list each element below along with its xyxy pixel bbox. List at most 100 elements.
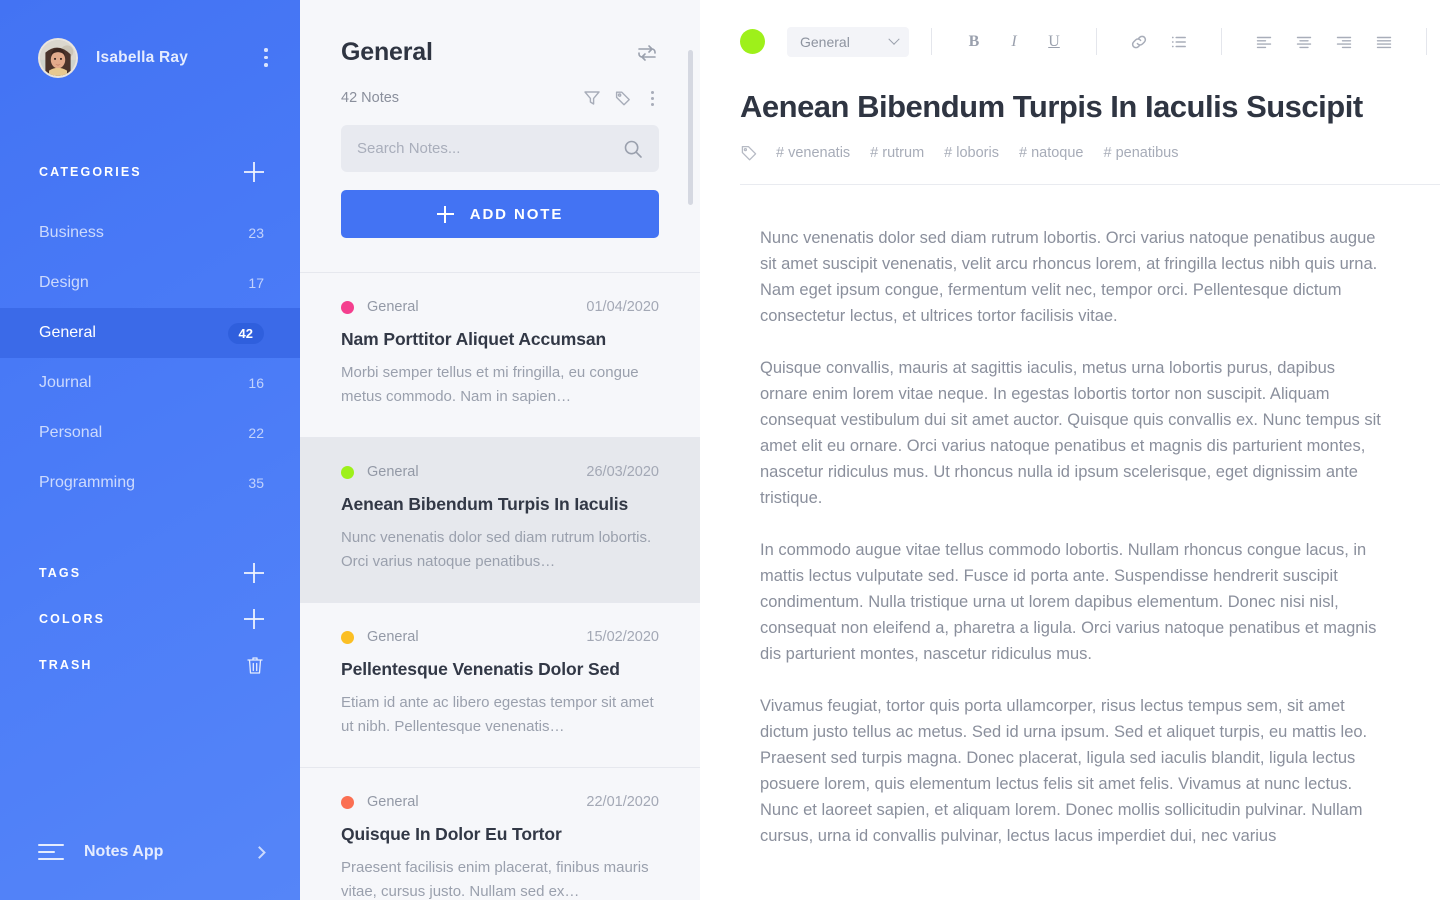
editor-header: Aenean Bibendum Turpis In Iaculis Suscip… [700,83,1440,185]
note-date: 15/02/2020 [586,629,659,645]
user-profile-row[interactable]: Isabella Ray [0,0,300,115]
sync-icon[interactable] [635,41,659,65]
list-item[interactable]: General 22/01/2020 Quisque In Dolor Eu T… [300,768,700,900]
notes-list-scrollbar[interactable] [688,50,693,205]
note-body-text[interactable]: Nunc venenatis dolor sed diam rutrum lob… [700,185,1440,900]
tag-icon[interactable] [614,89,632,107]
add-tag-plus-icon[interactable] [244,563,264,583]
notes-list-panel: General 42 Notes Search Notes... ADD NOT… [300,0,700,900]
note-category: General [367,464,419,480]
note-tag[interactable]: # venenatis [776,145,850,161]
add-note-label: ADD NOTE [469,205,564,223]
notes-meta-icons [583,89,659,107]
add-color-plus-icon[interactable] [244,609,264,629]
note-title-heading: Aenean Bibendum Turpis In Iaculis Suscip… [740,89,1363,124]
toolbar-divider [931,28,932,55]
search-input[interactable] [357,140,623,157]
category-count-badge: 42 [227,322,264,344]
tag-icon [740,144,758,162]
list-item[interactable]: General 01/04/2020 Nam Porttitor Aliquet… [300,273,700,438]
note-preview: Nunc venenatis dolor sed diam rutrum lob… [341,529,652,570]
align-right-icon[interactable] [1330,28,1358,56]
chevron-down-icon [888,33,900,45]
avatar[interactable] [38,37,78,78]
trash-icon[interactable] [246,655,264,675]
user-avatar-photo [40,39,76,76]
note-color-swatch[interactable] [740,29,765,54]
add-category-plus-icon[interactable] [244,162,264,182]
note-tag[interactable]: # rutrum [870,145,924,161]
note-title: Nam Porttitor Aliquet Accumsan [341,329,607,349]
sidebar-item-business[interactable]: Business 23 [0,208,300,258]
filter-icon[interactable] [583,89,601,107]
user-name: Isabella Ray [96,48,189,66]
note-paragraph: Quisque convallis, mauris at sagittis ia… [760,359,1381,507]
align-left-icon[interactable] [1250,28,1278,56]
notes-count-label: 42 Notes [341,90,400,106]
tags-label: TAGS [39,566,82,580]
note-card-top: General 15/02/2020 [341,629,659,645]
note-tags-row: # venenatis # rutrum # loboris # natoque… [740,144,1440,162]
note-paragraph: Nunc venenatis dolor sed diam rutrum lob… [760,229,1378,325]
category-select-value: General [800,33,850,50]
add-note-button[interactable]: ADD NOTE [341,190,659,238]
notes-meta-row: 42 Notes [341,89,659,107]
category-count: 16 [248,375,264,391]
category-count: 23 [248,225,264,241]
note-category: General [367,629,419,645]
note-category: General [367,794,419,810]
category-label: Journal [39,374,92,391]
list-item[interactable]: General 26/03/2020 Aenean Bibendum Turpi… [300,438,700,603]
note-tag[interactable]: # penatibus [1104,145,1179,161]
category-list: Business 23 Design 17 General 42 Journal… [0,208,300,508]
category-label: Personal [39,424,103,441]
chevron-right-icon[interactable] [253,845,266,859]
note-paragraph: In commodo augue vitae tellus commodo lo… [760,541,1377,663]
user-menu-kebab-icon[interactable] [256,46,276,70]
search-icon[interactable] [623,139,643,159]
sidebar-item-personal[interactable]: Personal 22 [0,408,300,458]
note-date: 01/04/2020 [586,299,659,315]
sidebar-item-programming[interactable]: Programming 35 [0,458,300,508]
note-category: General [367,299,419,315]
category-label: Business [39,224,104,241]
toolbar-divider [1221,28,1222,55]
categories-section-header: CATEGORIES [0,149,300,195]
sidebar-item-journal[interactable]: Journal 16 [0,358,300,408]
toolbar-divider [1426,28,1427,55]
category-count: 35 [248,475,264,491]
underline-button[interactable]: U [1040,28,1068,56]
note-tag[interactable]: # natoque [1019,145,1084,161]
category-count: 17 [248,275,264,291]
note-tag[interactable]: # loboris [944,145,999,161]
notes-list-header: General 42 Notes Search Notes... ADD NOT… [300,0,700,272]
tags-section-header: TAGS [0,550,300,596]
align-center-icon[interactable] [1290,28,1318,56]
link-icon[interactable] [1125,28,1153,56]
app-root: Isabella Ray CATEGORIES Business 23 Desi… [0,0,1440,900]
search-box[interactable] [341,125,659,172]
category-label: Programming [39,474,136,491]
notes-more-kebab-icon[interactable] [645,89,659,107]
note-preview: Morbi semper tellus et mi fringilla, eu … [341,364,639,405]
trash-label: TRASH [39,658,93,672]
category-label: Design [39,274,89,291]
category-label: General [39,324,96,341]
category-select[interactable]: General [787,26,909,57]
trash-section-header[interactable]: TRASH [0,642,300,688]
hamburger-icon[interactable] [38,843,64,861]
note-color-dot [341,630,354,644]
sidebar-footer[interactable]: Notes App [0,804,300,900]
categories-label: CATEGORIES [39,165,142,179]
page-title: General [341,38,433,66]
italic-button[interactable]: I [1000,28,1028,56]
note-card-top: General 22/01/2020 [341,794,659,810]
align-justify-icon[interactable] [1370,28,1398,56]
sidebar-item-design[interactable]: Design 17 [0,258,300,308]
note-date: 22/01/2020 [586,794,659,810]
list-item[interactable]: General 15/02/2020 Pellentesque Venenati… [300,603,700,768]
list-icon[interactable] [1165,28,1193,56]
note-date: 26/03/2020 [586,464,659,480]
sidebar-item-general[interactable]: General 42 [0,308,300,358]
bold-button[interactable]: B [960,28,988,56]
